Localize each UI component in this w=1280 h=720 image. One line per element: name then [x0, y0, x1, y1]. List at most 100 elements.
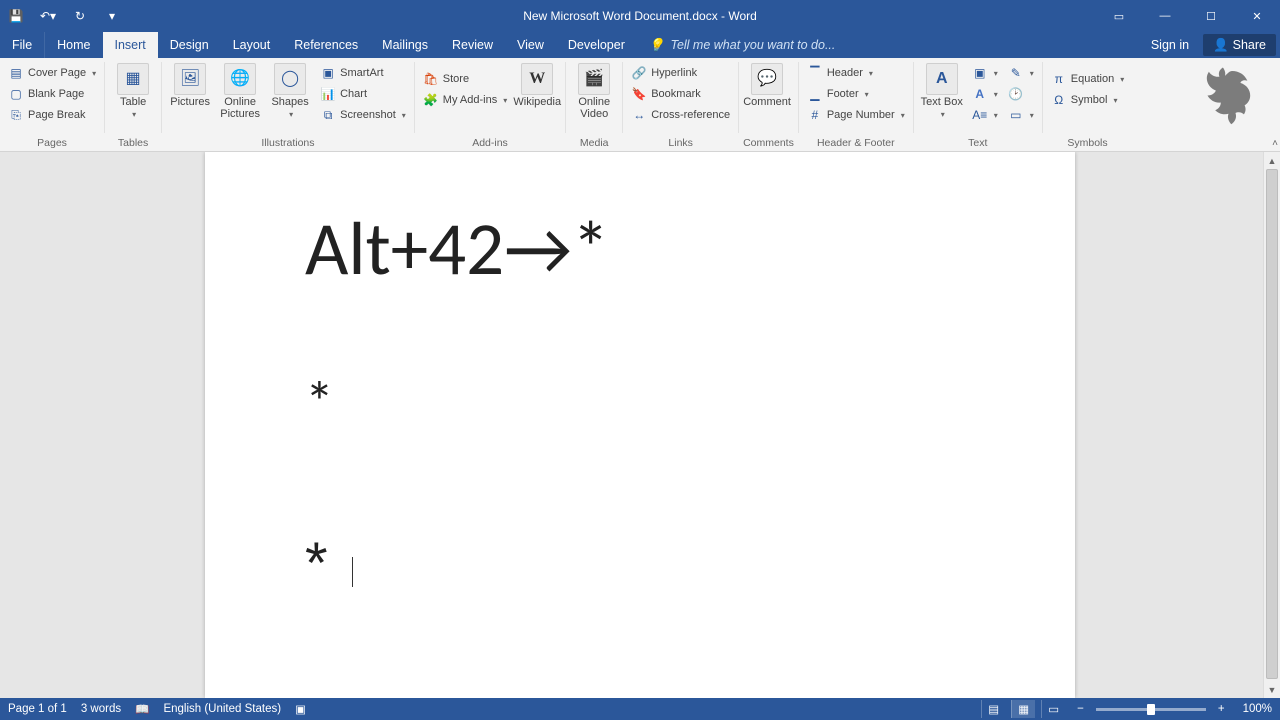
online-video-button[interactable]: 🎬Online Video: [570, 60, 618, 120]
cover-page-button[interactable]: ▤Cover Page: [4, 64, 100, 82]
equation-icon: π: [1051, 71, 1067, 87]
tab-file[interactable]: File: [0, 32, 45, 58]
doc-line-2[interactable]: *: [305, 367, 985, 438]
zoom-out-button[interactable]: −: [1071, 703, 1090, 715]
shapes-icon: ◯: [274, 63, 306, 95]
table-button[interactable]: ▦ Table: [109, 60, 157, 119]
macro-recording-icon[interactable]: ▣: [295, 702, 306, 716]
shapes-button[interactable]: ◯Shapes: [266, 60, 314, 119]
spellcheck-icon[interactable]: 📖: [135, 702, 149, 716]
drop-cap-button[interactable]: A≡: [968, 106, 1002, 124]
zoom-in-button[interactable]: +: [1212, 703, 1231, 715]
chart-icon: 📊: [320, 86, 336, 102]
group-comments: 💬Comment Comments: [739, 58, 798, 151]
signature-line-button[interactable]: ✎: [1004, 64, 1038, 82]
group-label: Tables: [109, 137, 157, 151]
my-addins-button[interactable]: 🧩My Add-ins: [419, 91, 511, 109]
bookmark-button[interactable]: 🔖Bookmark: [627, 85, 734, 103]
tab-references[interactable]: References: [282, 32, 370, 58]
wordart-button[interactable]: A: [968, 85, 1002, 103]
group-label: Header & Footer: [803, 137, 909, 151]
group-pages: ▤Cover Page ▢Blank Page ⎘Page Break Page…: [0, 58, 104, 151]
collapse-ribbon-icon[interactable]: ˄: [1272, 138, 1278, 149]
tab-review[interactable]: Review: [440, 32, 505, 58]
scrollbar-thumb[interactable]: [1266, 169, 1278, 679]
web-layout-button[interactable]: ▭: [1041, 700, 1065, 718]
group-label: Text: [918, 137, 1038, 151]
quick-access-toolbar: 💾 ↶▾ ↻ ▾: [0, 6, 128, 26]
quick-parts-button[interactable]: ▣: [968, 64, 1002, 82]
doc-line-1[interactable]: Alt+42→*: [305, 212, 985, 287]
status-bar: Page 1 of 1 3 words 📖 English (United St…: [0, 698, 1280, 720]
screenshot-icon: ⧉: [320, 107, 336, 123]
cross-reference-button[interactable]: ↔Cross-reference: [627, 106, 734, 124]
page-break-button[interactable]: ⎘Page Break: [4, 106, 100, 124]
print-layout-button[interactable]: ▦: [1011, 700, 1035, 718]
zoom-slider-knob[interactable]: [1147, 704, 1155, 715]
doc-line-3[interactable]: *: [305, 528, 985, 599]
group-label: Illustrations: [166, 137, 410, 151]
group-label: Add-ins: [419, 137, 561, 151]
object-button[interactable]: ▭: [1004, 106, 1038, 124]
zoom-level[interactable]: 100%: [1237, 703, 1272, 715]
tab-layout[interactable]: Layout: [221, 32, 283, 58]
ribbon-display-options-icon[interactable]: ▭: [1096, 0, 1142, 32]
drop-cap-icon: A≡: [972, 107, 988, 123]
group-illustrations: 🖼Pictures 🌐Online Pictures ◯Shapes ▣Smar…: [162, 58, 414, 151]
text-box-button[interactable]: AText Box: [918, 60, 966, 119]
tab-view[interactable]: View: [505, 32, 556, 58]
tell-me-search[interactable]: 💡Tell me what you want to do...: [637, 32, 847, 58]
document-page[interactable]: Alt+42→* * *: [205, 152, 1075, 698]
group-label: Media: [570, 137, 618, 151]
smartart-button[interactable]: ▣SmartArt: [316, 64, 410, 82]
symbol-icon: Ω: [1051, 92, 1067, 108]
undo-icon[interactable]: ↶▾: [38, 6, 58, 26]
tab-insert[interactable]: Insert: [103, 32, 158, 58]
hyperlink-button[interactable]: 🔗Hyperlink: [627, 64, 734, 82]
chart-button[interactable]: 📊Chart: [316, 85, 410, 103]
tell-me-placeholder: Tell me what you want to do...: [670, 38, 835, 52]
scroll-down-icon[interactable]: ▼: [1264, 681, 1280, 698]
status-language[interactable]: English (United States): [163, 703, 281, 715]
tab-home[interactable]: Home: [45, 32, 102, 58]
redo-icon[interactable]: ↻: [70, 6, 90, 26]
pictures-button[interactable]: 🖼Pictures: [166, 60, 214, 109]
minimize-button[interactable]: —: [1142, 0, 1188, 32]
footer-button[interactable]: ▁Footer: [803, 85, 909, 103]
window-controls: ▭ — ☐ ✕: [1096, 0, 1280, 32]
tab-mailings[interactable]: Mailings: [370, 32, 440, 58]
quick-parts-icon: ▣: [972, 65, 988, 81]
screenshot-button[interactable]: ⧉Screenshot: [316, 106, 410, 124]
group-label: Pages: [4, 137, 100, 151]
blank-page-button[interactable]: ▢Blank Page: [4, 85, 100, 103]
scroll-up-icon[interactable]: ▲: [1264, 152, 1280, 169]
status-page[interactable]: Page 1 of 1: [8, 703, 67, 715]
zoom-slider[interactable]: [1096, 708, 1206, 711]
ribbon-tabs: File Home Insert Design Layout Reference…: [0, 32, 1280, 58]
status-words[interactable]: 3 words: [81, 703, 121, 715]
page-number-icon: #: [807, 107, 823, 123]
store-button[interactable]: 🛍Store: [419, 70, 511, 88]
sign-in-button[interactable]: Sign in: [1141, 38, 1199, 52]
close-button[interactable]: ✕: [1234, 0, 1280, 32]
online-pictures-button[interactable]: 🌐Online Pictures: [216, 60, 264, 120]
equation-button[interactable]: πEquation: [1047, 70, 1128, 88]
text-box-icon: A: [926, 63, 958, 95]
save-icon[interactable]: 💾: [6, 6, 26, 26]
maximize-button[interactable]: ☐: [1188, 0, 1234, 32]
tab-developer[interactable]: Developer: [556, 32, 637, 58]
wikipedia-button[interactable]: WWikipedia: [513, 60, 561, 109]
customize-qat-icon[interactable]: ▾: [102, 6, 122, 26]
comment-button[interactable]: 💬Comment: [743, 60, 791, 109]
vertical-scrollbar[interactable]: ▲ ▼: [1263, 152, 1280, 698]
tab-design[interactable]: Design: [158, 32, 221, 58]
read-mode-button[interactable]: ▤: [981, 700, 1005, 718]
page-number-button[interactable]: #Page Number: [803, 106, 909, 124]
date-time-button[interactable]: 🕑: [1004, 85, 1038, 103]
hyperlink-icon: 🔗: [631, 65, 647, 81]
date-time-icon: 🕑: [1008, 86, 1024, 102]
symbol-button[interactable]: ΩSymbol: [1047, 91, 1128, 109]
document-area: Alt+42→* * * ▲ ▼: [0, 152, 1280, 698]
header-button[interactable]: ▔Header: [803, 64, 909, 82]
share-button[interactable]: 👤Share: [1203, 34, 1276, 56]
